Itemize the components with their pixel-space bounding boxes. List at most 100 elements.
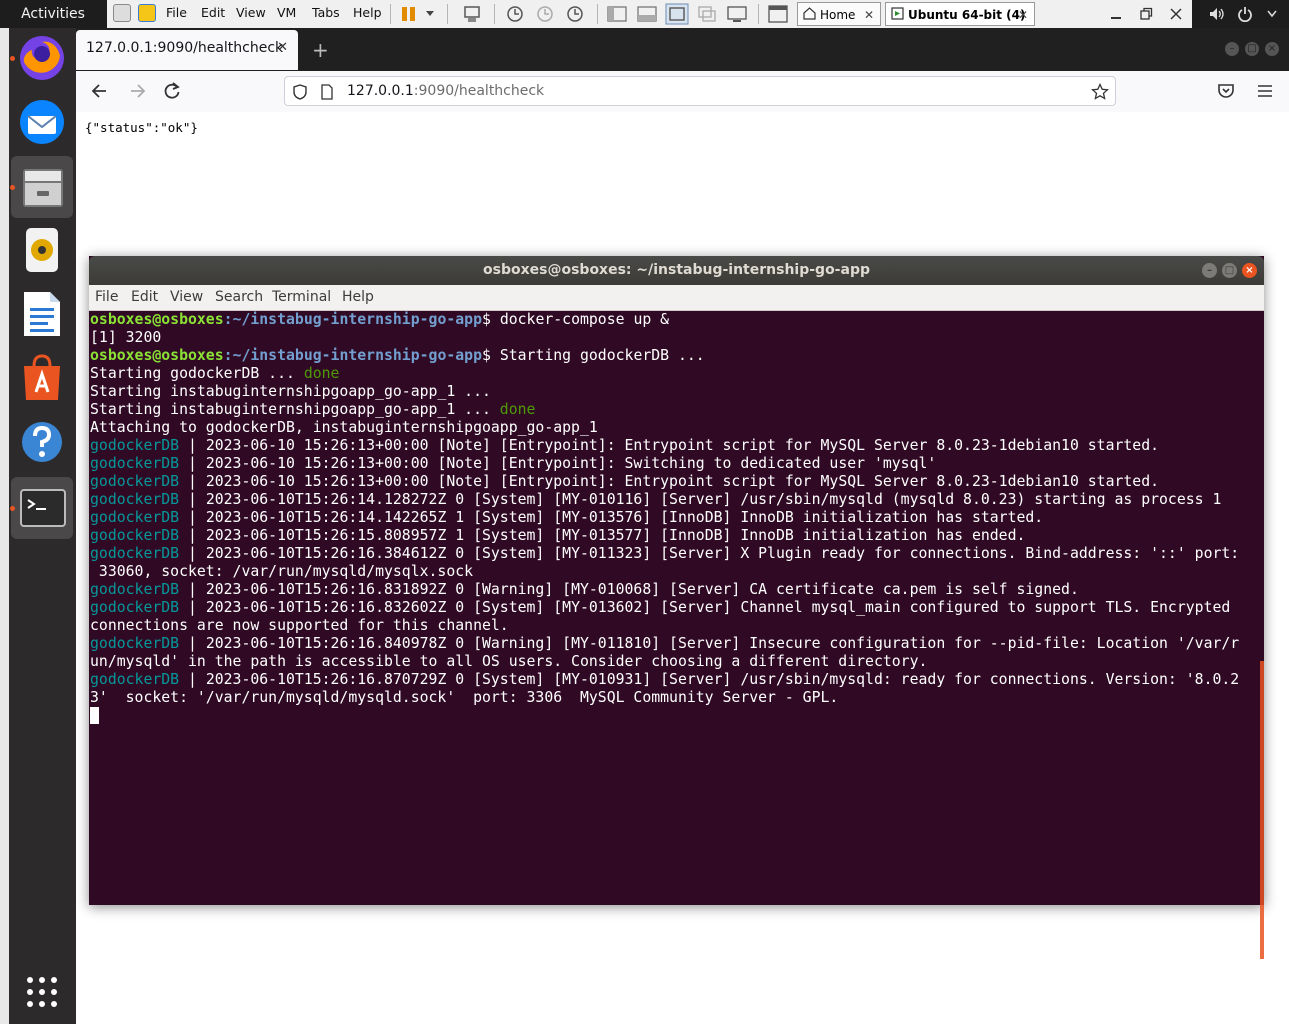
ubuntu-software-icon[interactable] [16, 352, 68, 404]
close-icon[interactable]: ✕ [864, 3, 874, 27]
menu-icon[interactable] [1255, 81, 1275, 101]
close-icon[interactable]: × [1265, 42, 1279, 56]
restore-icon[interactable] [1139, 7, 1153, 21]
prompt-user: osboxes@osboxes [90, 311, 224, 328]
separator [447, 4, 448, 24]
power-icon[interactable] [1237, 6, 1253, 22]
minimize-icon[interactable]: – [1202, 263, 1217, 278]
service-name: godockerDB [90, 455, 180, 472]
libreoffice-writer-icon[interactable] [16, 288, 68, 340]
new-tab-button[interactable]: + [312, 38, 329, 62]
log-text: | 2023-06-10 15:26:13+00:00 [Note] [Entr… [179, 473, 1160, 490]
close-icon[interactable]: ✕ [277, 40, 288, 55]
close-icon[interactable] [1169, 7, 1183, 21]
command-text: $ docker-compose up & [482, 311, 670, 328]
running-indicator [10, 185, 15, 190]
pocket-icon[interactable] [1216, 81, 1236, 101]
thunderbird-icon[interactable] [16, 96, 68, 148]
log-line: godockerDB | 2023-06-10T15:26:14.128272Z… [90, 491, 1221, 509]
library-icon[interactable] [768, 5, 788, 23]
vm-tab-ubuntu[interactable]: Ubuntu 64-bit (4) ✕ [885, 2, 1035, 26]
log-line-wrap: 33060, socket: /var/run/mysqld/mysqlx.so… [90, 563, 474, 580]
url-bar[interactable]: 127.0.0.1:9090/healthcheck [284, 76, 1116, 106]
rhythmbox-icon[interactable] [16, 224, 68, 276]
prompt-path: :~/instabug-internship-go-app [223, 311, 482, 328]
home-icon [803, 7, 816, 20]
system-tray [1205, 0, 1289, 28]
separator [390, 4, 391, 24]
volume-icon[interactable] [1209, 6, 1225, 22]
terminal-menu-terminal[interactable]: Terminal [272, 289, 331, 305]
bookmark-star-icon[interactable] [1091, 83, 1109, 101]
service-name: godockerDB [90, 527, 180, 544]
maximize-icon[interactable]: □ [1222, 263, 1237, 278]
terminal-output[interactable]: osboxes@osboxes:~/instabug-internship-go… [89, 310, 1264, 959]
terminal-menu-help[interactable]: Help [342, 289, 374, 305]
log-line: godockerDB | 2023-06-10T15:26:14.142265Z… [90, 509, 1043, 527]
forward-icon[interactable] [127, 81, 147, 101]
json-response: {"status":"ok"} [85, 120, 198, 135]
page-icon[interactable] [320, 84, 334, 100]
shield-icon[interactable] [292, 84, 308, 100]
pin-icon[interactable] [113, 4, 131, 22]
minimize-icon[interactable] [1109, 7, 1123, 21]
chevron-down-icon[interactable] [425, 10, 435, 18]
activities-button[interactable]: Activities [0, 0, 106, 28]
unity-icon[interactable] [697, 5, 717, 23]
dock-edge [0, 28, 9, 1024]
terminal-scrollbar[interactable] [1260, 661, 1264, 959]
done-status: done [303, 365, 340, 382]
service-name: godockerDB [90, 473, 180, 490]
log-line: godockerDB | 2023-06-10 15:26:13+00:00 [… [90, 437, 1159, 455]
log-text: | 2023-06-10T15:26:14.142265Z 1 [System]… [179, 509, 1044, 526]
terminal-title: osboxes@osboxes: ~/instabug-internship-g… [483, 262, 870, 278]
minimize-icon[interactable]: – [1225, 42, 1239, 56]
running-indicator [10, 56, 15, 61]
show-applications-icon[interactable] [25, 975, 59, 1009]
close-icon[interactable]: × [1242, 263, 1257, 278]
terminal-menu-search[interactable]: Search [215, 289, 263, 305]
terminal-icon[interactable] [17, 482, 69, 534]
firefox-tab[interactable]: 127.0.0.1:9090/healthcheck ✕ [76, 30, 298, 70]
log-line-wrap: un/mysqld' in the path is accessible to … [90, 653, 928, 670]
firefox-icon[interactable] [16, 32, 68, 84]
console-view-icon[interactable] [637, 5, 657, 23]
separator [597, 4, 598, 24]
send-ctrl-alt-del-icon[interactable] [462, 4, 482, 24]
vm-menu-edit[interactable]: Edit [201, 5, 225, 20]
log-line: godockerDB | 2023-06-10T15:26:16.832602Z… [90, 599, 1230, 617]
vm-menu-view[interactable]: View [236, 5, 266, 20]
fullscreen-icon[interactable] [665, 3, 689, 25]
done-status: done [499, 401, 536, 418]
vm-menu-help[interactable]: Help [353, 5, 382, 20]
stretch-guest-icon[interactable] [727, 5, 747, 23]
vmware-logo-icon[interactable] [138, 4, 156, 22]
terminal-line: Attaching to godockerDB, instabuginterns… [90, 419, 598, 436]
terminal-menu-edit[interactable]: Edit [131, 289, 158, 305]
snapshot-manager-icon[interactable] [565, 4, 585, 24]
url-text: 127.0.0.1:9090/healthcheck [347, 83, 544, 99]
terminal-window: osboxes@osboxes: ~/instabug-internship-g… [89, 256, 1264, 959]
reload-icon[interactable] [162, 81, 182, 101]
service-name: godockerDB [90, 599, 180, 616]
log-text: | 2023-06-10 15:26:13+00:00 [Note] [Entr… [179, 455, 937, 472]
terminal-titlebar[interactable]: osboxes@osboxes: ~/instabug-internship-g… [89, 256, 1264, 285]
vm-menu-tabs[interactable]: Tabs [312, 5, 340, 20]
terminal-menu-file[interactable]: File [95, 289, 118, 305]
chevron-down-icon[interactable] [1267, 10, 1277, 18]
sidebar-toggle-icon[interactable] [607, 5, 627, 23]
pause-icon[interactable] [401, 5, 417, 23]
vm-menu-vm[interactable]: VM [277, 5, 296, 20]
revert-snapshot-icon[interactable] [535, 4, 555, 24]
close-icon[interactable]: ✕ [1018, 3, 1028, 27]
maximize-icon[interactable]: □ [1245, 42, 1259, 56]
back-icon[interactable] [90, 81, 110, 101]
vm-tab-home[interactable]: Home ✕ [797, 2, 881, 26]
vmware-toolbar: File Edit View VM Tabs Help Home ✕ Ubunt… [107, 0, 1192, 28]
terminal-menu-view[interactable]: View [170, 289, 203, 305]
files-icon[interactable] [17, 161, 69, 213]
log-text: | 2023-06-10T15:26:14.128272Z 0 [System]… [179, 491, 1222, 508]
help-icon[interactable] [16, 416, 68, 468]
snapshot-icon[interactable] [505, 4, 525, 24]
vm-menu-file[interactable]: File [166, 5, 187, 20]
